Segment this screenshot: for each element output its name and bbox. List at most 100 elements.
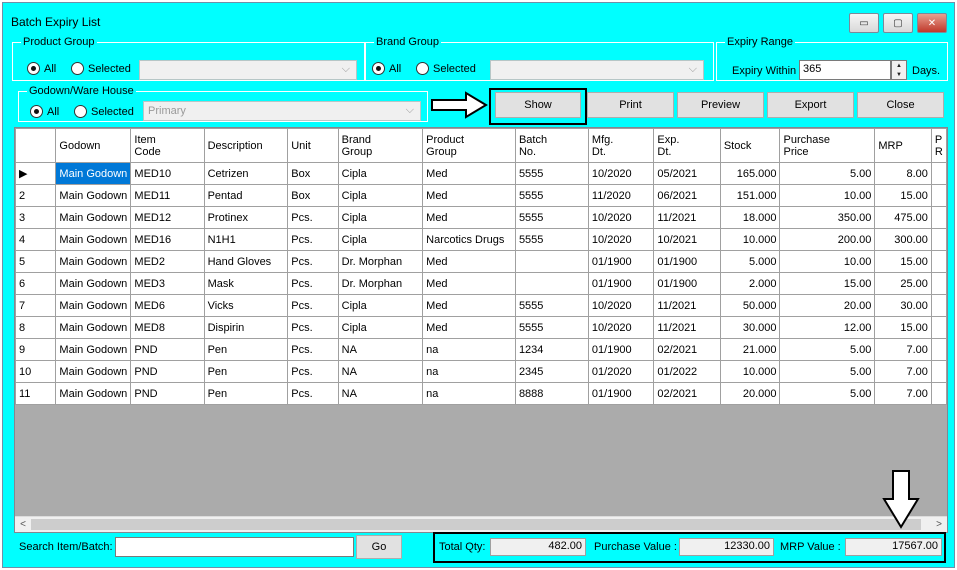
- table-cell-extra[interactable]: [930, 382, 947, 405]
- export-button[interactable]: Export: [767, 92, 854, 118]
- brand-group-selected-radio[interactable]: Selected: [416, 62, 476, 75]
- table-cell-unit[interactable]: Box: [287, 184, 339, 207]
- table-cell-mrp[interactable]: 15.00: [874, 184, 932, 207]
- go-button[interactable]: Go: [356, 535, 402, 559]
- table-cell-stock[interactable]: 20.000: [719, 382, 781, 405]
- table-cell-pprice[interactable]: 20.00: [779, 294, 876, 317]
- table-cell-godown[interactable]: Main Godown: [55, 294, 132, 317]
- table-cell-batch[interactable]: 5555: [514, 184, 589, 207]
- table-cell-extra[interactable]: [930, 162, 947, 185]
- column-header-brand[interactable]: Brand Group: [337, 128, 424, 163]
- table-cell-batch[interactable]: 5555: [514, 228, 589, 251]
- column-header-mfg[interactable]: Mfg. Dt.: [587, 128, 655, 163]
- table-cell-brand[interactable]: Dr. Morphan: [337, 272, 424, 295]
- table-cell-exp[interactable]: 11/2021: [653, 294, 721, 317]
- table-cell-pgroup[interactable]: Narcotics Drugs: [422, 228, 516, 251]
- close-window-button[interactable]: ✕: [917, 13, 947, 33]
- table-cell-unit[interactable]: Pcs.: [287, 272, 339, 295]
- table-cell-unit[interactable]: Pcs.: [287, 206, 339, 229]
- table-cell-unit[interactable]: Pcs.: [287, 338, 339, 361]
- table-cell-mrp[interactable]: 30.00: [874, 294, 932, 317]
- godown-selected-radio[interactable]: Selected: [74, 105, 134, 118]
- table-cell-mfg[interactable]: 01/1900: [587, 382, 655, 405]
- table-cell-exp[interactable]: 01/2022: [653, 360, 721, 383]
- table-cell-exp[interactable]: 11/2021: [653, 316, 721, 339]
- table-cell-unit[interactable]: Pcs.: [287, 250, 339, 273]
- table-row[interactable]: 8 Main Godown MED8 Dispirin Pcs. Cipla Med 5555…: [15, 316, 947, 339]
- table-cell-extra[interactable]: [930, 184, 947, 207]
- table-cell-pgroup[interactable]: Med: [422, 184, 516, 207]
- table-cell-godown[interactable]: Main Godown: [55, 228, 132, 251]
- table-cell-godown[interactable]: Main Godown: [55, 162, 132, 185]
- table-cell-exp[interactable]: 10/2021: [653, 228, 721, 251]
- table-cell-mfg[interactable]: 10/2020: [587, 228, 655, 251]
- table-cell-mfg[interactable]: 01/1900: [587, 338, 655, 361]
- product-group-all-radio[interactable]: All: [27, 62, 56, 75]
- table-cell-desc[interactable]: Cetrizen: [203, 162, 289, 185]
- product-group-combo[interactable]: ⌵: [139, 60, 357, 80]
- table-cell-pprice[interactable]: 5.00: [779, 162, 876, 185]
- table-cell-pprice[interactable]: 10.00: [779, 184, 876, 207]
- table-cell-batch[interactable]: 2345: [514, 360, 589, 383]
- table-cell-stock[interactable]: 151.000: [719, 184, 781, 207]
- table-cell-batch[interactable]: 5555: [514, 294, 589, 317]
- table-cell-godown[interactable]: Main Godown: [55, 272, 132, 295]
- table-row[interactable]: 11 Main Godown PND Pen Pcs. NA na 8888 01/1900 02…: [15, 382, 947, 405]
- maximize-button[interactable]: ▢: [883, 13, 913, 33]
- column-header-exp[interactable]: Exp. Dt.: [653, 128, 721, 163]
- table-cell-exp[interactable]: 02/2021: [653, 338, 721, 361]
- table-cell-mrp[interactable]: 475.00: [874, 206, 932, 229]
- table-cell-row[interactable]: 6: [15, 272, 57, 295]
- table-cell-mrp[interactable]: 7.00: [874, 338, 932, 361]
- chevron-right-icon[interactable]: >: [931, 517, 947, 532]
- table-cell-godown[interactable]: Main Godown: [55, 184, 132, 207]
- table-cell-batch[interactable]: 5555: [514, 162, 589, 185]
- table-cell-brand[interactable]: Cipla: [337, 162, 424, 185]
- table-cell-batch[interactable]: 5555: [514, 316, 589, 339]
- batch-grid[interactable]: Godown Item Code Description Unit Brand Grou…: [14, 127, 948, 533]
- table-cell-exp[interactable]: 11/2021: [653, 206, 721, 229]
- table-cell-extra[interactable]: [930, 272, 947, 295]
- table-cell-stock[interactable]: 21.000: [719, 338, 781, 361]
- arrow-up-icon[interactable]: ▲: [896, 63, 902, 69]
- table-cell-batch[interactable]: [514, 272, 589, 295]
- table-cell-pprice[interactable]: 5.00: [779, 360, 876, 383]
- table-cell-batch[interactable]: 5555: [514, 206, 589, 229]
- table-cell-brand[interactable]: Cipla: [337, 316, 424, 339]
- table-cell-brand[interactable]: Cipla: [337, 228, 424, 251]
- table-cell-code[interactable]: MED16: [130, 228, 205, 251]
- minimize-button[interactable]: ▭: [849, 13, 879, 33]
- table-cell-unit[interactable]: Pcs.: [287, 316, 339, 339]
- table-cell-unit[interactable]: Box: [287, 162, 339, 185]
- table-cell-mfg[interactable]: 10/2020: [587, 294, 655, 317]
- table-cell-code[interactable]: PND: [130, 360, 205, 383]
- table-cell-extra[interactable]: [930, 338, 947, 361]
- column-header-extra[interactable]: P R: [930, 128, 947, 163]
- table-cell-code[interactable]: MED3: [130, 272, 205, 295]
- table-cell-row[interactable]: 11: [15, 382, 57, 405]
- table-cell-batch[interactable]: 1234: [514, 338, 589, 361]
- preview-button[interactable]: Preview: [677, 92, 764, 118]
- table-cell-brand[interactable]: Cipla: [337, 184, 424, 207]
- horizontal-scrollbar[interactable]: < >: [15, 516, 947, 532]
- table-cell-mrp[interactable]: 7.00: [874, 382, 932, 405]
- expiry-days-input[interactable]: 365: [799, 60, 891, 80]
- table-cell-desc[interactable]: Dispirin: [203, 316, 289, 339]
- table-cell-pprice[interactable]: 200.00: [779, 228, 876, 251]
- table-cell-code[interactable]: MED11: [130, 184, 205, 207]
- print-button[interactable]: Print: [587, 92, 674, 118]
- table-cell-desc[interactable]: Pentad: [203, 184, 289, 207]
- show-button[interactable]: Show: [495, 92, 581, 118]
- table-cell-unit[interactable]: Pcs.: [287, 228, 339, 251]
- table-cell-exp[interactable]: 01/1900: [653, 250, 721, 273]
- table-cell-godown[interactable]: Main Godown: [55, 206, 132, 229]
- scrollbar-thumb[interactable]: [31, 519, 921, 530]
- table-row[interactable]: 4 Main Godown MED16 N1H1 Pcs. Cipla Narcotics …: [15, 228, 947, 251]
- table-cell-code[interactable]: PND: [130, 382, 205, 405]
- table-cell-code[interactable]: MED12: [130, 206, 205, 229]
- column-header-pgroup[interactable]: Product Group: [422, 128, 516, 163]
- table-cell-exp[interactable]: 06/2021: [653, 184, 721, 207]
- table-cell-mrp[interactable]: 7.00: [874, 360, 932, 383]
- column-header-row[interactable]: [15, 128, 57, 163]
- expiry-days-spinner[interactable]: ▲ ▼: [891, 60, 907, 80]
